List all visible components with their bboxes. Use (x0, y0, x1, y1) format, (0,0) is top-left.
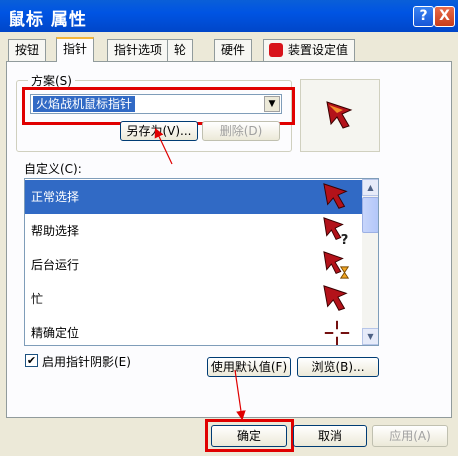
tab-buttons[interactable]: 按钮 (8, 39, 47, 61)
list-scrollbar[interactable]: ▲ ▼ (362, 179, 378, 345)
list-item[interactable]: 精确定位 (25, 316, 362, 345)
shadow-label: 启用指针阴影(E) (42, 355, 131, 369)
scroll-down-icon[interactable]: ▼ (362, 328, 378, 345)
list-item-label: 正常选择 (31, 190, 80, 204)
cursor-list[interactable]: 正常选择 帮助选择 ? 后台运行 忙 精确定位 ▲ ▼ (24, 178, 379, 346)
custom-label: 自定义(C): (24, 162, 82, 176)
list-item[interactable]: 帮助选择 ? (25, 214, 362, 248)
help-button[interactable]: ? (413, 6, 434, 27)
tab-wheel[interactable]: 轮 (167, 39, 194, 61)
cancel-button[interactable]: 取消 (293, 425, 367, 447)
ok-highlight-box (205, 419, 294, 452)
save-as-button[interactable]: 另存为(V)... (120, 121, 198, 141)
cursor-preview (300, 79, 380, 152)
list-item-label: 忙 (31, 292, 44, 306)
list-item-label: 后台运行 (31, 258, 80, 272)
window-title: 鼠标 属性 (8, 10, 87, 30)
close-button[interactable]: X (434, 6, 455, 27)
device-settings-icon (269, 43, 283, 57)
scroll-up-icon[interactable]: ▲ (362, 179, 378, 196)
delete-button[interactable]: 删除(D) (202, 121, 280, 141)
use-default-button[interactable]: 使用默认值(F) (207, 357, 291, 377)
svg-text:?: ? (341, 233, 349, 246)
tab-device-settings[interactable]: 装置设定值 (263, 39, 356, 61)
apply-button[interactable]: 应用(A) (372, 425, 448, 447)
tab-pointers[interactable]: 指针 (56, 37, 95, 62)
list-item[interactable]: 后台运行 (25, 248, 362, 282)
browse-button[interactable]: 浏览(B)... (297, 357, 379, 377)
list-item[interactable]: 正常选择 (25, 180, 362, 214)
help-select-cursor-icon: ? (323, 217, 349, 246)
list-item-label: 精确定位 (31, 326, 80, 340)
tab-device-settings-label: 装置设定值 (288, 43, 349, 57)
tab-pointer-options[interactable]: 指针选项 (107, 39, 170, 61)
scheme-highlight-box (22, 87, 295, 125)
crosshair-cursor-icon (324, 320, 350, 345)
list-item[interactable]: 忙 (25, 282, 362, 316)
normal-select-cursor-icon (323, 183, 348, 209)
list-item-label: 帮助选择 (31, 224, 80, 238)
shadow-checkbox[interactable]: ✔ (25, 354, 38, 367)
scroll-thumb[interactable] (362, 197, 378, 233)
busy-cursor-icon (323, 285, 348, 311)
flame-cursor-icon (326, 101, 353, 129)
tab-hardware[interactable]: 硬件 (214, 39, 253, 61)
working-background-cursor-icon (323, 251, 350, 279)
